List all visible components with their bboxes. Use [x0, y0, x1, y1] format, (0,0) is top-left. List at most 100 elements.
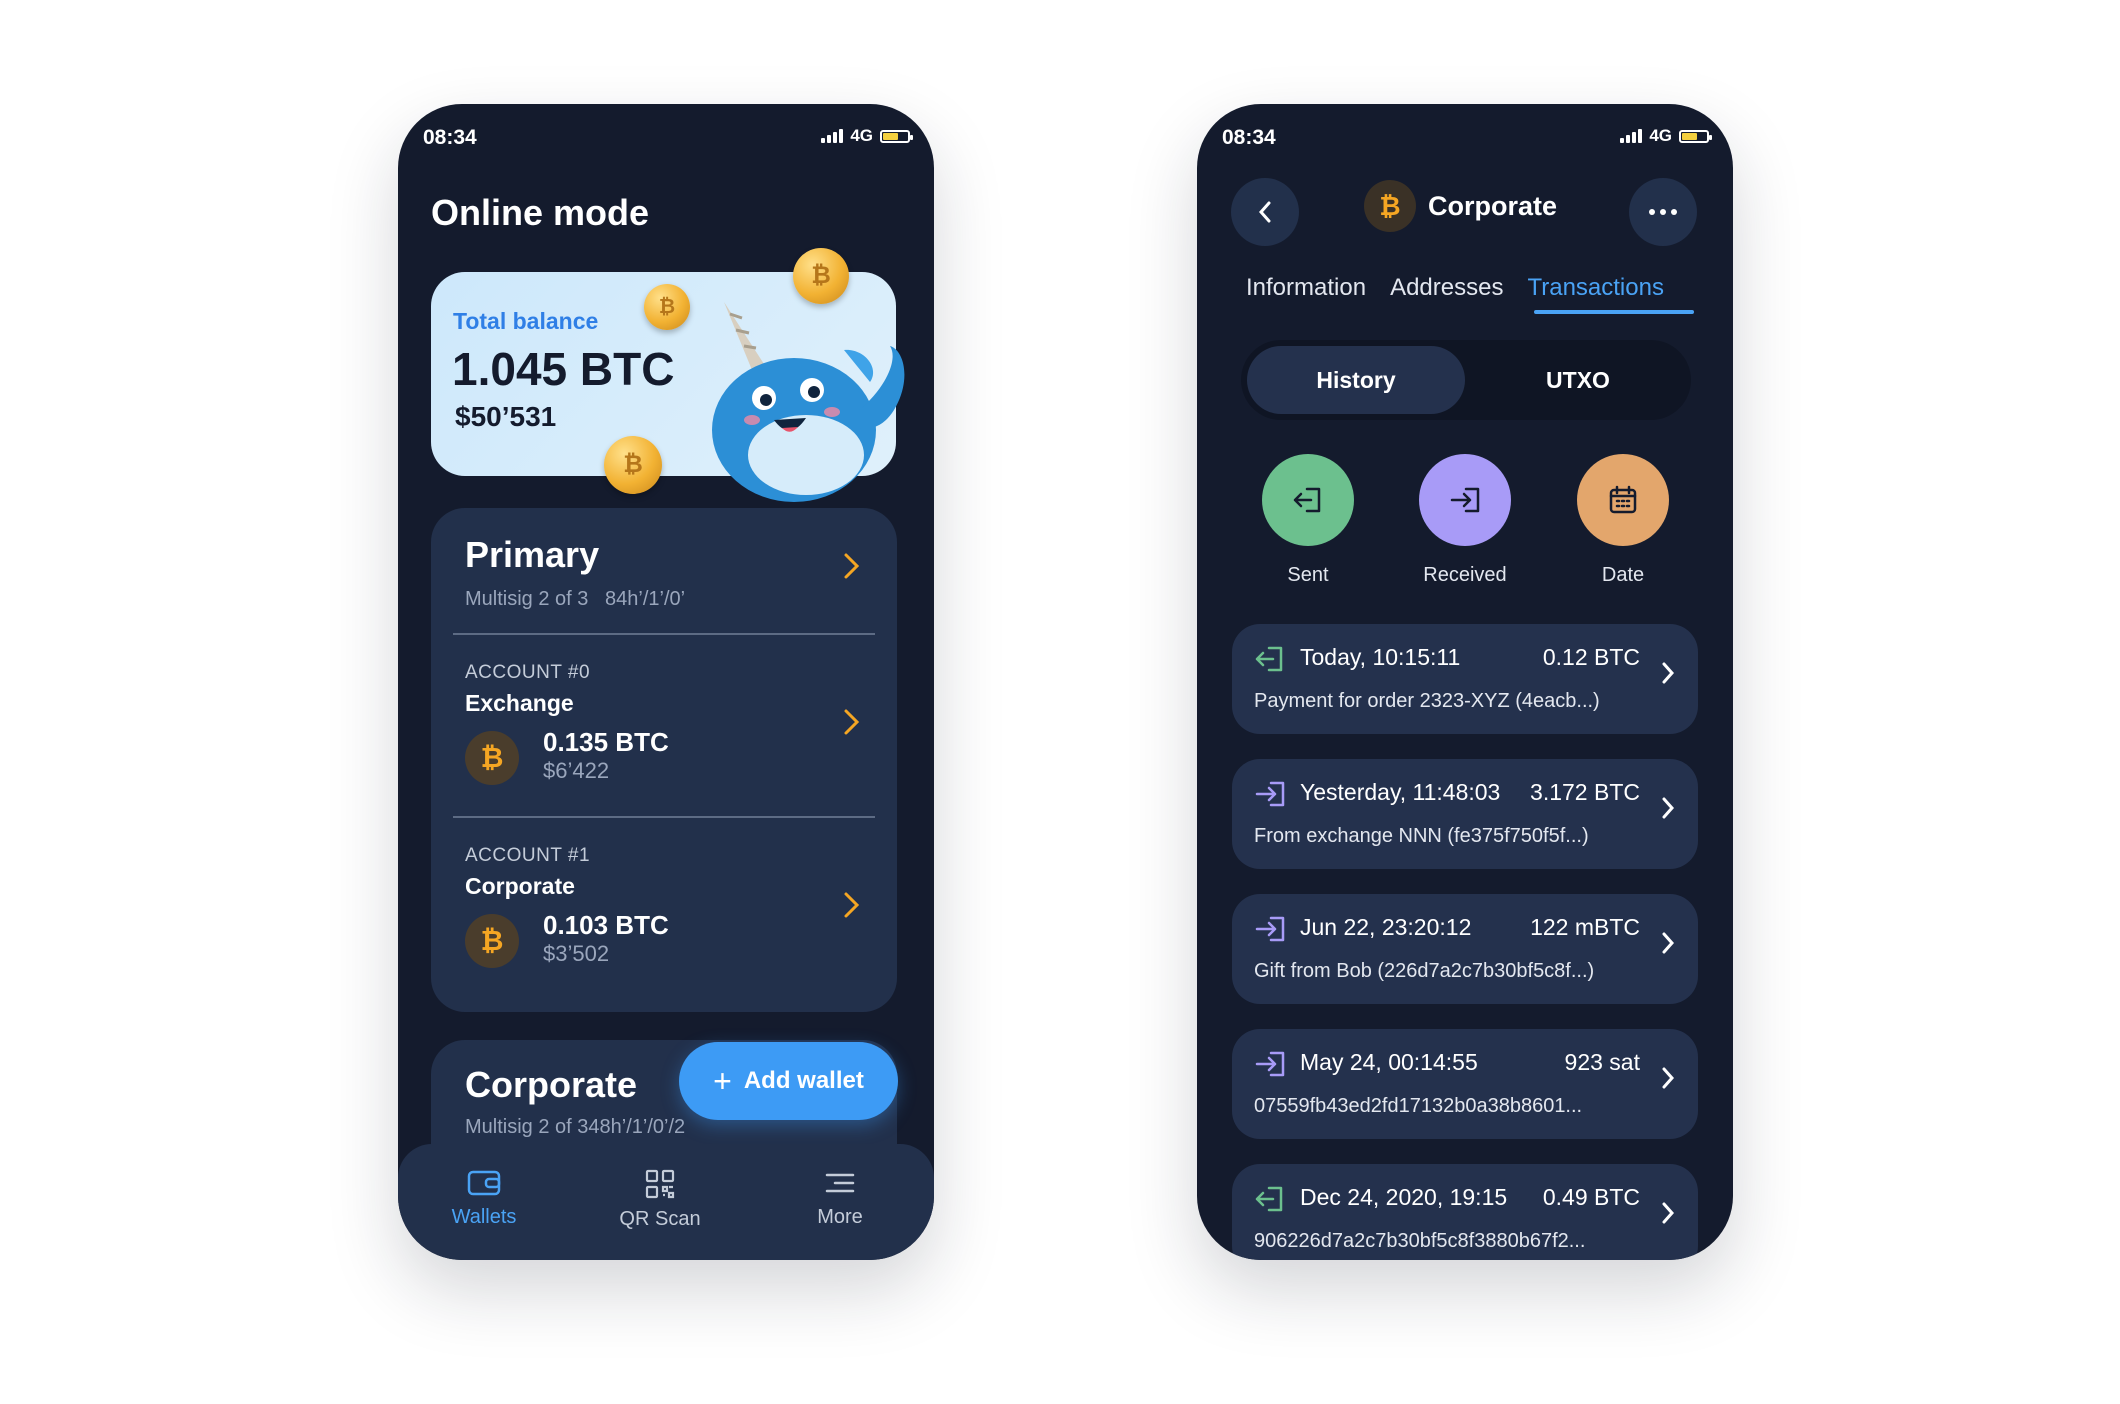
wallet-detail-screen: 08:34 4G ₿ Corporate Information Address…: [1197, 104, 1733, 1260]
wallet-title: Corporate: [1428, 190, 1558, 221]
transaction-amount: 3.172 BTC: [1530, 779, 1640, 805]
divider: [453, 816, 875, 818]
transaction-amount: 923 sat: [1564, 1049, 1640, 1075]
transaction-item[interactable]: Yesterday, 11:48:03 3.172 BTC From excha…: [1232, 759, 1698, 869]
transaction-description: 906226d7a2c7b30bf5c8f3880b67f2...: [1254, 1230, 1586, 1252]
coin-icon: ₿: [644, 284, 690, 330]
wallet-header: ₿ Corporate: [1364, 180, 1557, 232]
chevron-left-icon: [1258, 201, 1271, 223]
wallet-derivation: Multisig 2 of 348h’/1’/0’/2: [465, 1116, 686, 1138]
add-wallet-button[interactable]: + Add wallet: [679, 1042, 898, 1120]
transaction-date: Dec 24, 2020, 19:15: [1300, 1184, 1508, 1210]
wallet-name: Corporate: [465, 1064, 638, 1105]
add-wallet-label: Add wallet: [743, 1067, 864, 1094]
account-name: Corporate: [465, 873, 575, 899]
transaction-amount: 0.49 BTC: [1542, 1184, 1640, 1210]
page-title: Online mode: [431, 192, 650, 233]
wallets-screen: 08:34 4G Online mode Total balance 1.045…: [398, 104, 934, 1260]
status-time: 08:34: [423, 126, 477, 149]
tab-more[interactable]: More: [770, 1168, 910, 1229]
transaction-description: From exchange NNN (fe375f750f5f...): [1254, 825, 1589, 847]
received-icon: [1254, 1049, 1286, 1084]
segment-utxo[interactable]: UTXO: [1469, 346, 1687, 414]
account-name: Exchange: [465, 690, 574, 716]
transaction-description: 07559fb43ed2fd17132b0a38b8601...: [1254, 1095, 1583, 1117]
transaction-item[interactable]: Today, 10:15:11 0.12 BTC Payment for ord…: [1232, 624, 1698, 734]
account-row[interactable]: ACCOUNT #1 Corporate ₿ 0.103 BTC $3’502: [431, 819, 897, 999]
transaction-description: Payment for order 2323-XYZ (4eacb...): [1254, 690, 1600, 712]
total-balance-usd: $50’531: [455, 401, 557, 432]
received-icon: [1254, 779, 1286, 814]
transaction-date: Today, 10:15:11: [1300, 644, 1461, 670]
status-indicators: 4G: [1620, 126, 1712, 146]
transaction-amount: 122 mBTC: [1530, 914, 1640, 940]
wallet-icon: [467, 1170, 501, 1196]
wallet-derivation: Multisig 2 of 3 84h’/1’/0’: [465, 588, 686, 610]
account-label: ACCOUNT #0: [465, 662, 591, 683]
coin-icon: ₿: [604, 436, 662, 494]
filter-sent[interactable]: Sent: [1243, 454, 1373, 587]
chevron-right-icon[interactable]: [843, 891, 861, 924]
narwhal-mascot-icon: [712, 302, 905, 502]
total-balance-label: Total balance: [453, 308, 599, 334]
segment-history[interactable]: History: [1247, 346, 1465, 414]
network-label: 4G: [850, 126, 873, 145]
status-indicators: 4G: [821, 126, 913, 146]
sent-icon: [1254, 1184, 1286, 1219]
signal-icon: [821, 129, 844, 143]
bitcoin-icon: ₿: [1364, 180, 1416, 232]
battery-icon: [1679, 129, 1712, 143]
wallet-name: Primary: [465, 534, 600, 575]
tab-qr-scan[interactable]: QR Scan: [590, 1168, 730, 1231]
filter-received[interactable]: Received: [1400, 454, 1530, 587]
more-dots-icon: [1649, 209, 1677, 215]
chevron-right-icon: [1660, 795, 1676, 826]
transaction-description: Gift from Bob (226d7a2c7b30bf5c8f...): [1254, 960, 1595, 982]
transaction-item[interactable]: Dec 24, 2020, 19:15 0.49 BTC 906226d7a2c…: [1232, 1164, 1698, 1260]
battery-icon: [880, 129, 913, 143]
more-options-button[interactable]: [1629, 178, 1697, 246]
tab-label: More: [817, 1206, 863, 1228]
active-tab-indicator: [1534, 310, 1694, 314]
account-btc: 0.103 BTC: [543, 910, 669, 940]
tab-information[interactable]: Information: [1246, 274, 1366, 302]
status-time: 08:34: [1222, 126, 1276, 149]
sent-icon: [1262, 454, 1354, 546]
chevron-right-icon[interactable]: [843, 708, 861, 741]
tab-transactions[interactable]: Transactions: [1527, 274, 1664, 302]
transaction-item[interactable]: May 24, 00:14:55 923 sat 07559fb43ed2fd1…: [1232, 1029, 1698, 1139]
received-icon: [1419, 454, 1511, 546]
tab-label: QR Scan: [619, 1208, 701, 1230]
bottom-tab-bar: Wallets QR Scan More: [398, 1144, 934, 1260]
network-label: 4G: [1649, 126, 1672, 145]
chevron-right-icon: [1660, 1065, 1676, 1096]
menu-icon: [825, 1173, 855, 1193]
filter-label: Date: [1601, 564, 1645, 586]
chevron-right-icon: [1660, 930, 1676, 961]
calendar-icon: [1577, 454, 1669, 546]
account-label: ACCOUNT #1: [465, 845, 591, 866]
filter-label: Received: [1423, 564, 1507, 586]
divider: [453, 633, 875, 635]
tab-wallets[interactable]: Wallets: [414, 1168, 554, 1229]
transaction-item[interactable]: Jun 22, 23:20:12 122 mBTC Gift from Bob …: [1232, 894, 1698, 1004]
tab-addresses[interactable]: Addresses: [1390, 274, 1503, 302]
back-button[interactable]: [1231, 178, 1299, 246]
chevron-right-icon[interactable]: [843, 552, 861, 588]
transaction-date: Yesterday, 11:48:03: [1300, 779, 1501, 805]
sent-icon: [1254, 644, 1286, 679]
signal-icon: [1620, 129, 1643, 143]
filter-label: Sent: [1287, 564, 1329, 586]
filter-date[interactable]: Date: [1558, 454, 1688, 587]
account-row[interactable]: ACCOUNT #0 Exchange ₿ 0.135 BTC $6’422: [431, 636, 897, 816]
tab-label: Wallets: [451, 1206, 517, 1228]
total-balance-btc: 1.045 BTC: [452, 343, 675, 395]
account-btc: 0.135 BTC: [543, 727, 669, 757]
wallet-card-primary[interactable]: Primary Multisig 2 of 3 84h’/1’/0’ ACCOU…: [431, 508, 897, 1012]
plus-icon: +: [713, 1062, 732, 1099]
account-usd: $6’422: [543, 758, 610, 783]
transaction-date: May 24, 00:14:55: [1300, 1049, 1478, 1075]
history-utxo-toggle: History UTXO: [1241, 340, 1691, 420]
qr-icon: [645, 1169, 675, 1199]
received-icon: [1254, 914, 1286, 949]
